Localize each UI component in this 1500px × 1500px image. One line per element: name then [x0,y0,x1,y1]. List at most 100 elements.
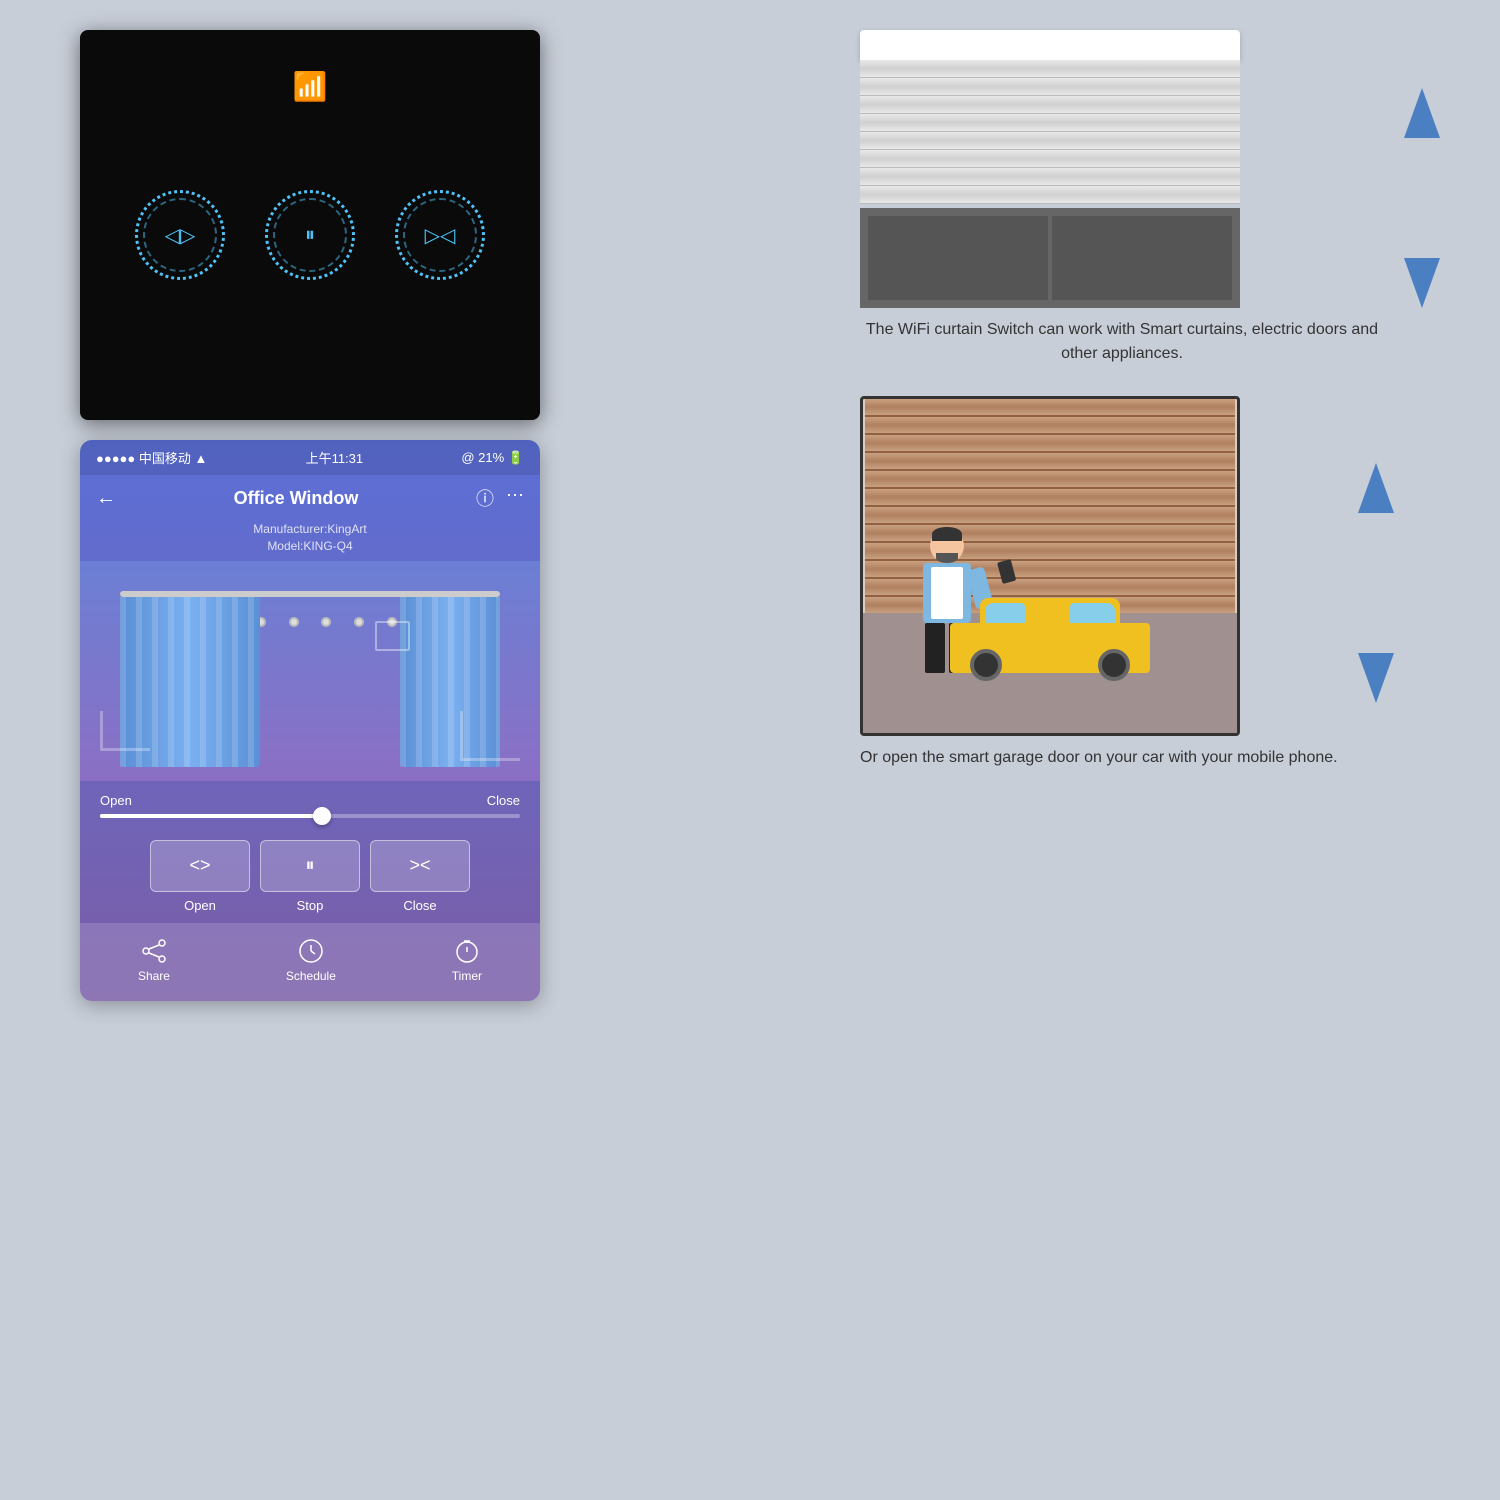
arrow-up-icon [1404,88,1440,138]
carrier-text: ●●●●● 中国移动 ▲ [96,448,207,467]
close-icon: >< [409,855,430,876]
window-pane-right [1052,216,1232,300]
open-icon: <> [189,855,210,876]
close-btn-label: Close [370,898,470,913]
slat-2 [860,78,1240,96]
garage-floor [863,613,1237,733]
garage-slat-9 [865,543,1235,561]
garage-section: Or open the smart garage door on your ca… [860,396,1440,770]
close-label: Close [487,793,520,808]
slider-section: Open Close [80,781,540,830]
person-beard [936,553,958,563]
schedule-icon [297,937,325,965]
back-button[interactable]: ← [96,487,116,510]
more-icon[interactable]: ⋯ [506,485,524,511]
control-button-labels: Open Stop Close [80,898,540,923]
nav-icons: ⓘ ⋯ [476,485,524,511]
stop-button[interactable]: ⏸ [260,840,360,892]
garage-slat-8 [865,525,1235,543]
open-label: Open [100,793,132,808]
garage-slat-1 [865,399,1235,417]
timer-icon [453,937,481,965]
garage-slat-10 [865,561,1235,579]
slat-1 [860,60,1240,78]
device-info: Manufacturer:KingArt Model:KING-Q4 [80,521,540,561]
slider-fill [100,814,331,818]
car-wheel-right [1098,649,1130,681]
schedule-nav-item[interactable]: Schedule [286,937,336,983]
timer-nav-item[interactable]: Timer [452,937,482,983]
slat-3 [860,96,1240,114]
stop-switch-button[interactable]: ⏸ [265,190,355,280]
garage-slat-11 [865,579,1235,597]
garage-arrow-down-icon [1358,653,1394,703]
close-button[interactable]: >< [370,840,470,892]
manufacturer-text: Manufacturer:KingArt [80,521,540,538]
garage-caption: Or open the smart garage door on your ca… [860,746,1338,770]
slat-4 [860,114,1240,132]
control-buttons: <> ⏸ >< [80,830,540,898]
slat-6 [860,150,1240,168]
shutter-header [860,30,1240,60]
ring-5 [289,617,299,627]
room-picture [375,621,410,651]
ring-7 [354,617,364,627]
model-text: Model:KING-Q4 [80,538,540,555]
garage-door [863,399,1237,619]
garage-slat-6 [865,489,1235,507]
room-table [460,711,520,761]
slider-thumb[interactable] [313,807,331,825]
shutter-window-area [860,208,1240,308]
slat-5 [860,132,1240,150]
phone-app: ●●●●● 中国移动 ▲ 上午11:31 @ 21% 🔋 ← Office Wi… [80,440,540,1001]
battery-text: @ 21% 🔋 [461,450,524,466]
slider-labels: Open Close [100,793,520,808]
right-column: The WiFi curtain Switch can work with Sm… [860,30,1440,770]
curtain-slider[interactable] [100,814,520,818]
open-button[interactable]: <> [150,840,250,892]
schedule-label: Schedule [286,969,336,983]
stop-icon: ⏸ [306,855,315,876]
shutter-slats [860,60,1240,204]
share-nav-item[interactable]: Share [138,937,170,983]
garage-arrow-up-icon [1358,463,1394,513]
timer-label: Timer [452,969,482,983]
person-hair [932,527,962,541]
garage-arrows [1358,463,1394,703]
ring-6 [321,617,331,627]
left-column: 📶 ◁▷ ⏸ ▷◁ ●●●●● 中国移动 ▲ 上午11:31 @ 21% 🔋 ←… [80,30,550,1001]
switch-panel: 📶 ◁▷ ⏸ ▷◁ [80,30,540,420]
share-label: Share [138,969,170,983]
garage-slat-5 [865,471,1235,489]
arrow-down-icon [1404,258,1440,308]
status-bar: ●●●●● 中国移动 ▲ 上午11:31 @ 21% 🔋 [80,440,540,475]
garage-slat-4 [865,453,1235,471]
open-btn-label: Open [150,898,250,913]
slat-8 [860,186,1240,204]
person-leg-left [925,623,945,673]
curtain-scene [80,561,540,781]
time-text: 上午11:31 [306,448,364,467]
open-switch-button[interactable]: ◁▷ [135,190,225,280]
phone-nav: ← Office Window ⓘ ⋯ [80,475,540,521]
close-switch-button[interactable]: ▷◁ [395,190,485,280]
garage-slat-3 [865,435,1235,453]
garage-slat-2 [865,417,1235,435]
switch-buttons: ◁▷ ⏸ ▷◁ [135,190,485,280]
slat-7 [860,168,1240,186]
bottom-nav: Share Schedule Timer [80,923,540,1001]
car [950,603,1150,673]
shutter-container [860,30,1240,308]
garage-slat-7 [865,507,1235,525]
garage-container [860,396,1240,736]
wifi-icon: 📶 [293,70,328,103]
share-icon [140,937,168,965]
window-pane-left [868,216,1048,300]
info-icon[interactable]: ⓘ [476,485,494,511]
nav-title: Office Window [234,488,359,509]
stop-btn-label: Stop [260,898,360,913]
car-wheel-left [970,649,1002,681]
room-shelf [100,711,150,751]
shutter-section: The WiFi curtain Switch can work with Sm… [860,30,1440,366]
person-head [930,529,964,563]
